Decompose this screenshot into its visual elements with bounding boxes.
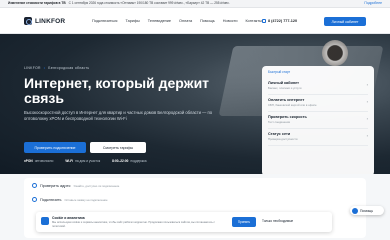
nav-item-connect[interactable]: Подключиться [92, 19, 117, 23]
cookie-banner: Cookie и аналитика Мы используем cookie … [36, 212, 332, 232]
nav-item-help[interactable]: Помощь [200, 19, 215, 23]
nav-item-contacts[interactable]: Контакты [245, 19, 261, 23]
breadcrumb-region: Белгородская область [48, 66, 90, 70]
chat-icon [352, 207, 358, 214]
main-nav: Подключиться Тарифы Телевидение Оплата П… [92, 19, 262, 23]
connect-row[interactable]: Подключить Оставьте заявку на подключени… [32, 197, 108, 202]
phone-icon [262, 19, 266, 23]
cookie-necessary-link[interactable]: Только необходимые [262, 219, 293, 223]
plug-icon [32, 197, 37, 202]
quick-item-account[interactable]: Личный кабинет Баланс, платежи и услуги … [268, 78, 368, 95]
nav-item-news[interactable]: Новости [223, 19, 238, 23]
arrow-right-icon: › [366, 116, 368, 121]
quick-start-panel: Быстрый старт Личный кабинет Баланс, пла… [262, 66, 374, 176]
announcement-bar: Изменение стоимости тарифов в ТВ С 1 сент… [0, 0, 390, 8]
chat-help-button[interactable]: Помощь [350, 206, 384, 215]
hero-title: Интернет, который держит связь [24, 75, 210, 106]
quick-item-status[interactable]: Статус сети Проверка доступности › [268, 129, 368, 146]
chat-label: Помощь [360, 208, 374, 213]
announcement-body: С 1 сентября 2026 года стоимость «Оптимы… [68, 1, 230, 5]
hero-cup-image [322, 40, 348, 66]
logo-text: LINKFOR [35, 17, 66, 25]
cookie-icon [41, 217, 49, 225]
stat-support: 8:00–22:00 поддержка [112, 159, 147, 163]
announcement-title: Изменение стоимости тарифов в ТВ [8, 1, 66, 5]
quick-item-speed[interactable]: Проверить скорость Тест соединения › [268, 112, 368, 129]
phone-number: 8 (4722) 777-120 [268, 19, 298, 23]
check-connection-button[interactable]: Проверить подключение [24, 142, 86, 153]
cookie-text: Мы используем cookie и сервисы аналитики… [52, 221, 215, 228]
check-address-row[interactable]: Проверить адрес Узнайте, доступно ли под… [32, 183, 119, 188]
cookie-title: Cookie и аналитика [52, 216, 85, 220]
arrow-right-icon: › [366, 133, 368, 138]
view-tariffs-button[interactable]: Смотреть тарифы [90, 142, 146, 153]
quick-start-title: Быстрый старт [268, 70, 291, 74]
cookie-accept-button[interactable]: Принять [232, 217, 256, 227]
header-phone[interactable]: 8 (4722) 777-120 [262, 19, 297, 23]
location-icon [32, 183, 37, 188]
logo-icon [24, 17, 32, 25]
announcement-more-link[interactable]: Подробнее [364, 1, 382, 5]
nav-item-payment[interactable]: Оплата [179, 19, 192, 23]
nav-item-tariffs[interactable]: Тарифы [125, 19, 139, 23]
announcement-text: Изменение стоимости тарифов в ТВ С 1 сент… [8, 1, 230, 5]
nav-item-tv[interactable]: Телевидение [148, 19, 171, 23]
hero-lead: Высокоскоростной доступ в Интернет для к… [24, 110, 213, 121]
breadcrumb-separator: • [43, 66, 46, 70]
breadcrumb: LINKFOR • Белгородская область [24, 66, 89, 70]
hero-stats: xPON оптоволокно Wi-Fi на дом и участок 8:… [24, 159, 147, 163]
arrow-right-icon: › [366, 99, 368, 104]
stat-xpon: xPON оптоволокно [24, 159, 54, 163]
site-header: LINKFOR Подключиться Тарифы Телевидение … [0, 8, 390, 34]
account-button[interactable]: Личный кабинет [324, 17, 366, 26]
logo[interactable]: LINKFOR [24, 17, 65, 25]
arrow-right-icon: › [366, 82, 368, 87]
quick-item-pay[interactable]: Оплатить интернет СБП, банковской картой… [268, 95, 368, 112]
breadcrumb-home[interactable]: LINKFOR [24, 66, 41, 70]
stat-wifi: Wi-Fi на дом и участок [65, 159, 101, 163]
